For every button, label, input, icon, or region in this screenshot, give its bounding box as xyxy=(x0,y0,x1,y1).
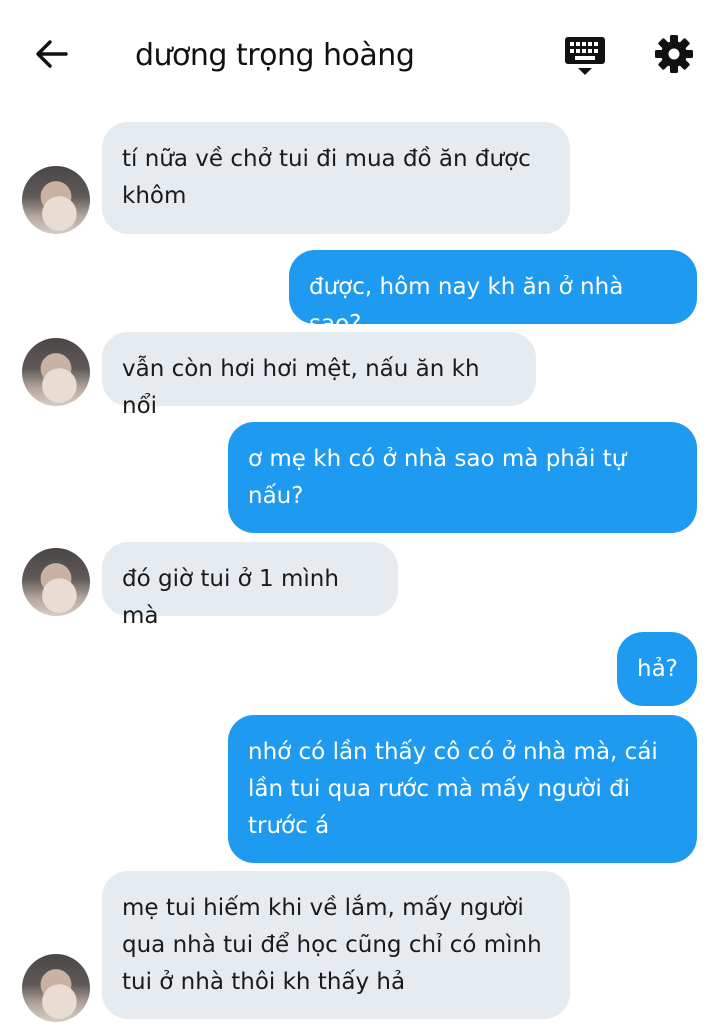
back-button[interactable] xyxy=(30,34,74,74)
keyboard-button[interactable] xyxy=(562,34,608,78)
incoming-message[interactable]: vẫn còn hơi hơi mệt, nấu ăn kh nổi xyxy=(102,332,536,419)
outgoing-message[interactable]: được, hôm nay kh ăn ở nhà sao? xyxy=(289,250,697,337)
contact-avatar[interactable] xyxy=(22,166,90,234)
contact-avatar[interactable] xyxy=(22,954,90,1022)
chat-header: dương trọng hoàng xyxy=(0,0,720,110)
gear-icon xyxy=(655,35,693,73)
outgoing-message[interactable]: hả? xyxy=(617,632,697,706)
contact-avatar[interactable] xyxy=(22,548,90,616)
arrow-left-icon xyxy=(36,40,68,68)
chat-screen: dương trọng hoàng tí nữa về chở tui đi m… xyxy=(0,0,720,1033)
contact-name[interactable]: dương trọng hoàng xyxy=(135,38,415,73)
outgoing-message[interactable]: nhớ có lần thấy cô có ở nhà mà, cái lần … xyxy=(228,715,697,863)
keyboard-icon xyxy=(565,37,605,75)
incoming-message[interactable]: tí nữa về chở tui đi mua đồ ăn được khôm xyxy=(102,122,570,234)
outgoing-message[interactable]: ơ mẹ kh có ở nhà sao mà phải tự nấu? xyxy=(228,422,697,533)
contact-avatar[interactable] xyxy=(22,338,90,406)
settings-button[interactable] xyxy=(652,32,696,76)
incoming-message[interactable]: đó giờ tui ở 1 mình mà xyxy=(102,542,398,629)
incoming-message[interactable]: mẹ tui hiếm khi về lắm, mấy người qua nh… xyxy=(102,871,570,1019)
